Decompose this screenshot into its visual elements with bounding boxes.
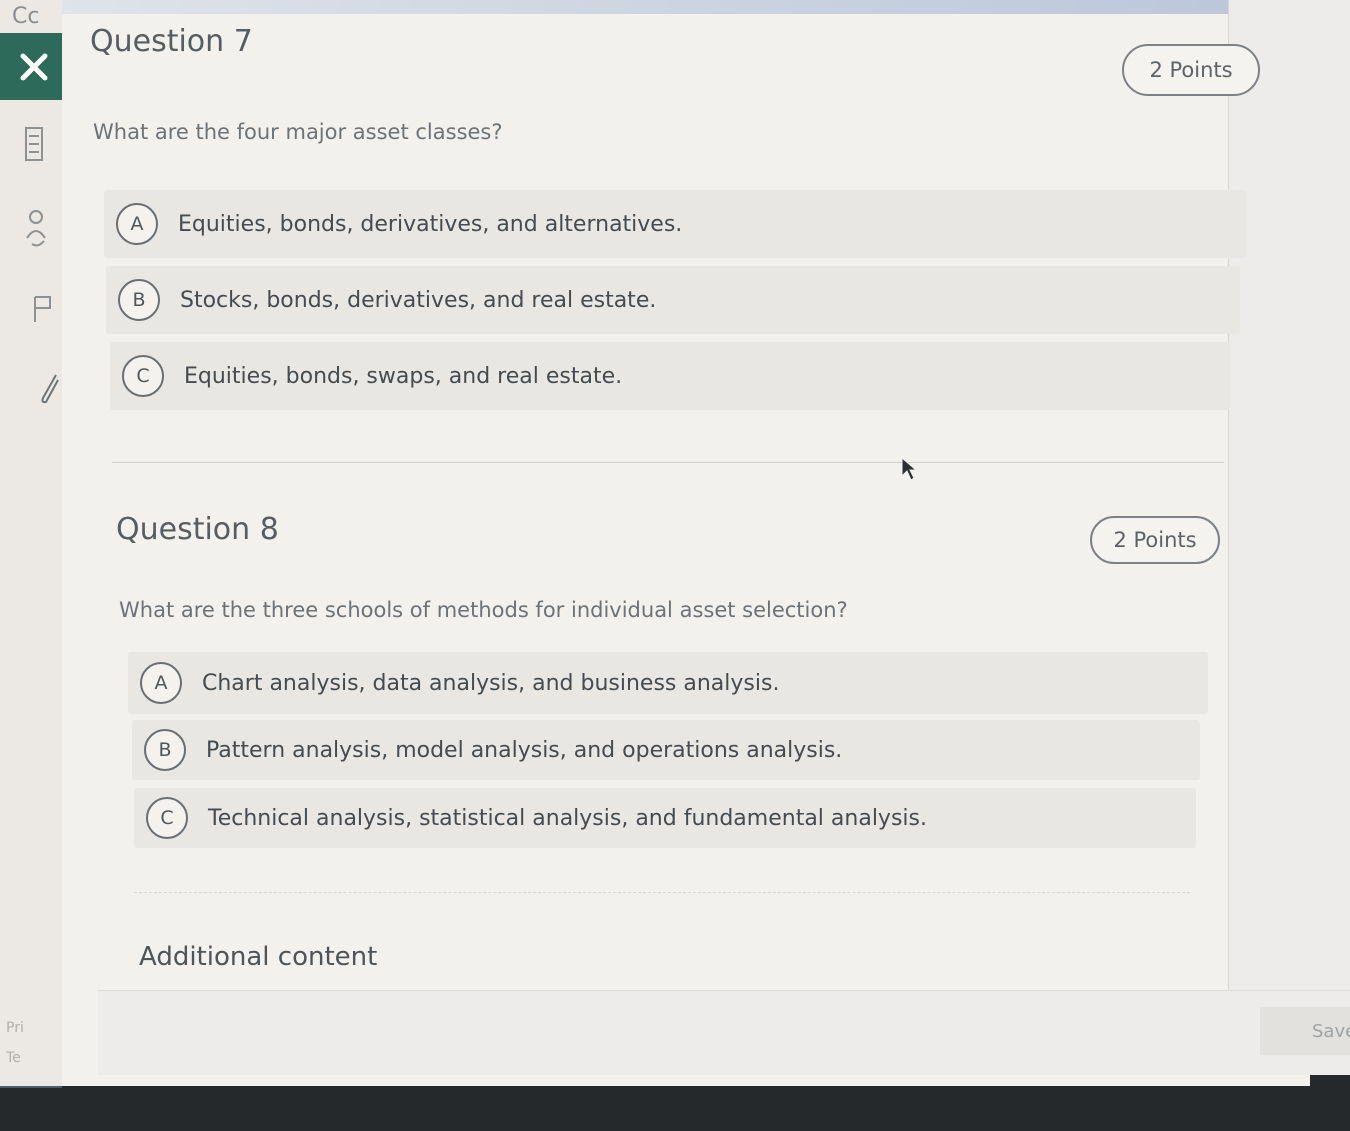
close-icon xyxy=(20,53,47,80)
question-divider xyxy=(112,462,1224,463)
option-letter: C xyxy=(146,797,188,839)
option-letter: A xyxy=(116,203,158,245)
close-button[interactable] xyxy=(0,33,67,100)
question-8-option-b[interactable]: B Pattern analysis, model analysis, and … xyxy=(132,720,1200,780)
question-8-option-a[interactable]: A Chart analysis, data analysis, and bus… xyxy=(128,652,1208,714)
question-8-text: What are the three schools of methods fo… xyxy=(119,598,848,622)
option-text: Technical analysis, statistical analysis… xyxy=(208,805,927,831)
option-text: Equities, bonds, derivatives, and altern… xyxy=(178,211,683,237)
pen-icon[interactable] xyxy=(38,372,60,406)
option-letter: B xyxy=(118,279,160,321)
save-button[interactable]: Save xyxy=(1260,1007,1350,1055)
question-7-points-badge: 2 Points xyxy=(1122,44,1260,96)
mouse-cursor-icon xyxy=(901,456,918,481)
question-8-points-badge: 2 Points xyxy=(1090,516,1220,564)
question-7-title: Question 7 xyxy=(90,24,253,59)
option-letter: B xyxy=(144,729,186,771)
question-8-title: Question 8 xyxy=(116,512,279,547)
sidebar-top-text: Cc xyxy=(12,4,40,29)
section-divider xyxy=(134,892,1190,893)
flag-icon[interactable] xyxy=(32,294,54,324)
question-7-option-b[interactable]: B Stocks, bonds, derivatives, and real e… xyxy=(106,266,1240,334)
panel-top-line xyxy=(62,0,1350,14)
option-text: Pattern analysis, model analysis, and op… xyxy=(206,737,843,763)
question-7-option-c[interactable]: C Equities, bonds, swaps, and real estat… xyxy=(110,342,1230,410)
question-8-option-c[interactable]: C Technical analysis, statistical analys… xyxy=(134,788,1196,848)
option-text: Equities, bonds, swaps, and real estate. xyxy=(184,363,623,389)
option-letter: C xyxy=(122,355,164,397)
sidebar-bottom-text-2: Te xyxy=(6,1050,21,1066)
option-letter: A xyxy=(140,662,182,704)
footer-bar: Save xyxy=(98,990,1350,1075)
calculator-icon[interactable] xyxy=(24,126,44,162)
option-text: Chart analysis, data analysis, and busin… xyxy=(202,670,780,696)
option-text: Stocks, bonds, derivatives, and real est… xyxy=(180,287,657,313)
additional-content-heading: Additional content xyxy=(139,942,378,972)
question-7-text: What are the four major asset classes? xyxy=(93,120,503,144)
question-7-option-a[interactable]: A Equities, bonds, derivatives, and alte… xyxy=(104,190,1246,258)
user-icon[interactable] xyxy=(24,208,48,248)
sidebar-bottom-text-1: Pri xyxy=(6,1020,24,1036)
right-gutter xyxy=(1228,0,1350,1070)
